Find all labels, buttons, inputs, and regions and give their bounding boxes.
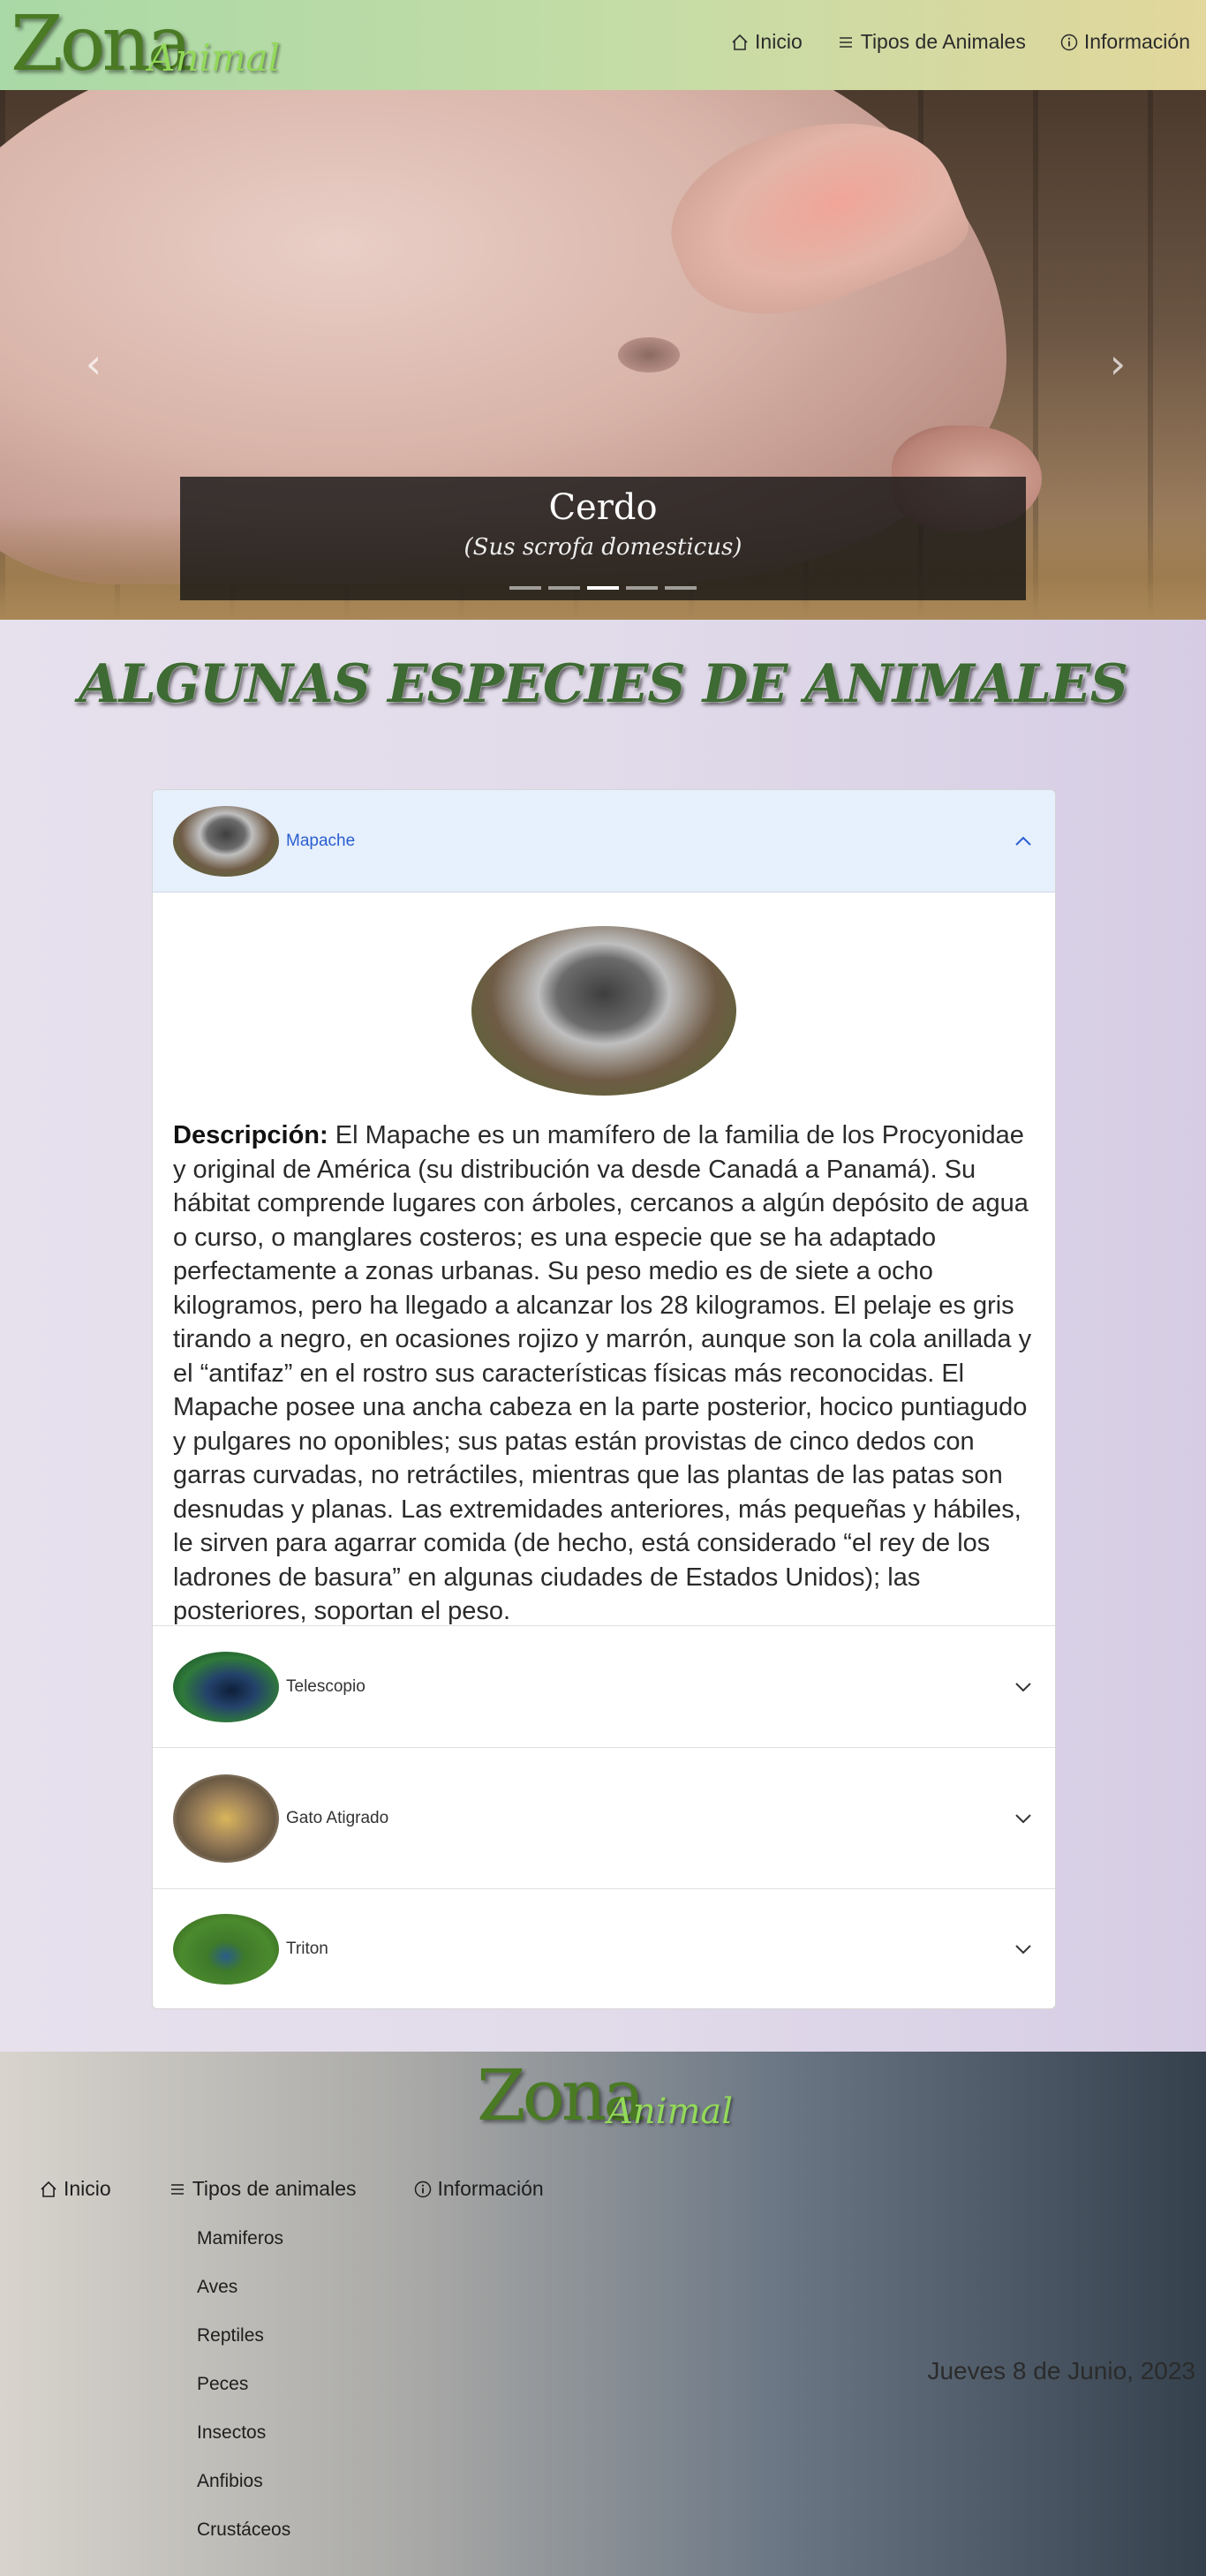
animal-type-link[interactable]: Peces bbox=[197, 2372, 290, 2421]
nav-link-label: Tipos de Animales bbox=[860, 30, 1026, 53]
accordion-header-triton[interactable]: Triton bbox=[153, 1888, 1055, 2008]
nav-link-tipos[interactable]: Tipos de Animales bbox=[836, 30, 1026, 54]
carousel-indicators bbox=[0, 586, 1206, 590]
nav-link-informacion[interactable]: Información bbox=[1059, 30, 1190, 54]
navbar: Zona Animal Inicio Tipos de Animales Inf… bbox=[0, 0, 1206, 90]
nav-link-label: Información bbox=[1083, 30, 1190, 53]
accordion-label: Triton bbox=[286, 1939, 328, 1958]
accordion-header-telescopio[interactable]: Telescopio bbox=[153, 1625, 1055, 1747]
info-icon bbox=[413, 2180, 433, 2199]
species-accordion: Mapache Descripción: El Mapache es un ma… bbox=[152, 789, 1056, 2009]
animal-type-link[interactable]: Insectos bbox=[197, 2421, 290, 2469]
animal-type-link[interactable]: Reptiles bbox=[197, 2324, 290, 2372]
list-icon bbox=[168, 2180, 187, 2199]
main-content: ALGUNAS ESPECIES DE ANIMALES Mapache Des… bbox=[0, 620, 1206, 2052]
current-date: Jueves 8 de Junio, 2023 bbox=[927, 2357, 1195, 2384]
footer-nav-tipos[interactable]: Tipos de animales bbox=[168, 2177, 357, 2201]
animal-type-link[interactable]: Aves bbox=[197, 2275, 290, 2324]
nav-link-label: Inicio bbox=[755, 30, 803, 53]
footer-brand-logo[interactable]: Zona Animal bbox=[477, 2052, 742, 2149]
carousel-indicator[interactable] bbox=[509, 586, 541, 590]
triton-thumbnail bbox=[173, 1913, 279, 1985]
slide-subtitle: (Sus scrofa domesticus) bbox=[464, 534, 742, 561]
carousel-indicator[interactable] bbox=[626, 586, 658, 590]
hero-carousel: ‹ › Cerdo (Sus scrofa domesticus) bbox=[0, 90, 1206, 620]
list-icon bbox=[836, 33, 856, 52]
brand-sub-text: Animal bbox=[148, 36, 281, 79]
accordion-body-mapache: Descripción: El Mapache es un mamífero d… bbox=[153, 893, 1055, 1625]
footer-nav-label: Tipos de animales bbox=[192, 2177, 357, 2200]
carousel-prev-icon[interactable]: ‹ bbox=[76, 343, 111, 384]
footer-nav-label: Inicio bbox=[64, 2177, 111, 2200]
home-icon bbox=[39, 2180, 58, 2199]
slide-title: Cerdo bbox=[548, 487, 658, 528]
carousel-next-icon[interactable]: › bbox=[1100, 343, 1135, 384]
chevron-down-icon bbox=[1011, 1937, 1036, 1962]
carousel-indicator[interactable] bbox=[665, 586, 697, 590]
animal-type-link[interactable]: Anfibios bbox=[197, 2469, 290, 2518]
carousel-caption: Cerdo (Sus scrofa domesticus) bbox=[180, 477, 1026, 600]
accordion-header-gato-atigrado[interactable]: Gato Atigrado bbox=[153, 1747, 1055, 1888]
info-icon bbox=[1059, 33, 1079, 52]
mapache-description: Descripción: El Mapache es un mamífero d… bbox=[173, 1119, 1036, 1629]
mapache-thumbnail bbox=[173, 805, 279, 877]
chevron-down-icon bbox=[1011, 1806, 1036, 1831]
footer: Zona Animal Inicio Tipos de animales Inf… bbox=[0, 2052, 1206, 2576]
pig-eye-shape bbox=[618, 337, 680, 373]
footer-nav-inicio[interactable]: Inicio bbox=[39, 2177, 111, 2201]
carousel-indicator[interactable] bbox=[548, 586, 580, 590]
accordion-header-mapache[interactable]: Mapache bbox=[153, 790, 1055, 893]
carousel-indicator-active[interactable] bbox=[587, 586, 619, 590]
description-label: Descripción: bbox=[173, 1121, 328, 1149]
gato-atigrado-thumbnail bbox=[173, 1774, 279, 1863]
accordion-label: Telescopio bbox=[286, 1676, 366, 1696]
animal-types-list: Mamiferos Aves Reptiles Peces Insectos A… bbox=[197, 2226, 290, 2566]
brand-sub-text: Animal bbox=[607, 2091, 734, 2132]
section-title: ALGUNAS ESPECIES DE ANIMALES bbox=[79, 653, 1128, 715]
chevron-down-icon bbox=[1011, 1675, 1036, 1699]
home-icon bbox=[730, 33, 750, 52]
mapache-image bbox=[471, 926, 736, 1096]
footer-nav-informacion[interactable]: Información bbox=[413, 2177, 544, 2201]
accordion-label: Mapache bbox=[286, 831, 356, 850]
footer-nav: Inicio Tipos de animales Información bbox=[39, 2177, 544, 2201]
telescopio-thumbnail bbox=[173, 1651, 279, 1722]
footer-nav-label: Información bbox=[437, 2177, 544, 2200]
animal-type-link[interactable]: Crustáceos bbox=[197, 2518, 290, 2566]
accordion-label: Gato Atigrado bbox=[286, 1808, 389, 1827]
nav-link-inicio[interactable]: Inicio bbox=[730, 30, 803, 54]
description-text: El Mapache es un mamífero de la familia … bbox=[173, 1121, 1032, 1625]
nav-links: Inicio Tipos de Animales Información bbox=[730, 30, 1190, 54]
animal-type-link[interactable]: Mamiferos bbox=[197, 2226, 290, 2275]
chevron-up-icon bbox=[1011, 829, 1036, 854]
